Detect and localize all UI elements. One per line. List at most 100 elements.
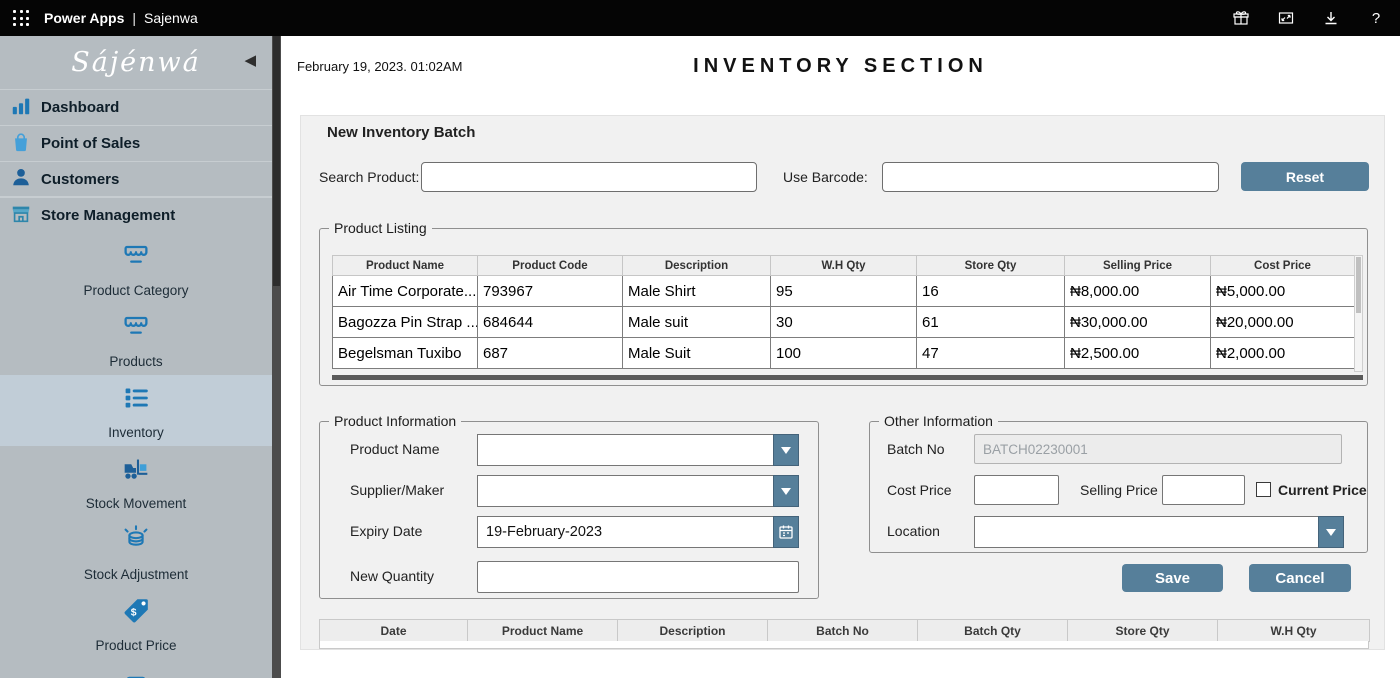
table-header-row: Product Name Product Code Description W.…: [333, 256, 1355, 276]
sidebar-item-label: Stock Movement: [86, 496, 187, 511]
cell-product-code: 687: [478, 338, 623, 369]
main-content: February 19, 2023. 01:02AM INVENTORY SEC…: [281, 36, 1400, 678]
supplier-combobox: [477, 475, 799, 507]
topbar: Power Apps | Sajenwa ?: [0, 0, 1400, 36]
column-header: Product Code: [478, 256, 623, 276]
sidebar-item-label: Product Price: [95, 638, 176, 653]
sidebar-item-label: Stock Adjustment: [84, 567, 188, 582]
collapse-sidebar-icon[interactable]: ◀: [244, 53, 256, 68]
table-row[interactable]: Bagozza Pin Strap ... 684644 Male suit 3…: [333, 307, 1355, 338]
topbar-separator: |: [132, 10, 136, 26]
sidebar: Sájénwá ◀ Dashboard Point of Sales Cus: [0, 36, 281, 678]
topbar-actions: ?: [1232, 9, 1400, 27]
product-listing-group: Product Listing Product Name Product Cod…: [319, 228, 1368, 386]
product-information-legend: Product Information: [329, 413, 461, 430]
selling-price-label: Selling Price: [1080, 475, 1158, 505]
person-icon: [10, 166, 32, 192]
cell-product-code: 684644: [478, 307, 623, 338]
table-vertical-scrollbar[interactable]: [1354, 255, 1363, 372]
column-header: Batch No: [768, 620, 918, 642]
fit-screen-icon[interactable]: [1277, 9, 1295, 27]
gift-icon[interactable]: [1232, 9, 1250, 27]
app-window: Power Apps | Sajenwa ? Sájénwá ◀: [0, 0, 1400, 678]
location-dropdown-button[interactable]: [1318, 516, 1344, 548]
cost-price-input[interactable]: [974, 475, 1059, 505]
location-combobox: [974, 516, 1344, 548]
calendar-icon: [778, 524, 794, 540]
help-icon[interactable]: ?: [1367, 9, 1385, 27]
dashboard-icon: [10, 95, 32, 121]
table-row[interactable]: Air Time Corporate... 793967 Male Shirt …: [333, 276, 1355, 307]
product-name-input[interactable]: [477, 434, 773, 466]
cell-cost-price: ₦5,000.00: [1211, 276, 1355, 307]
cell-product-name: Air Time Corporate...: [333, 276, 478, 307]
sidebar-inner: Sájénwá ◀ Dashboard Point of Sales Cus: [0, 36, 272, 678]
sidebar-item-dashboard[interactable]: Dashboard: [0, 89, 272, 125]
batch-table-empty-area: [319, 641, 1369, 649]
save-button[interactable]: Save: [1122, 564, 1223, 592]
cancel-button[interactable]: Cancel: [1249, 564, 1351, 592]
sidebar-item-customers[interactable]: Customers: [0, 161, 272, 197]
cell-description: Male Shirt: [623, 276, 771, 307]
price-tag-icon: $: [119, 594, 153, 633]
location-label: Location: [887, 516, 940, 546]
location-input[interactable]: [974, 516, 1318, 548]
sidebar-item-inventory[interactable]: Inventory: [0, 375, 272, 446]
chevron-down-icon: [1326, 529, 1336, 536]
selling-price-input[interactable]: [1162, 475, 1245, 505]
app-logo: Sájénwá: [71, 47, 201, 78]
cell-wh-qty: 100: [771, 338, 917, 369]
list-icon: [119, 381, 153, 420]
column-header: Product Name: [468, 620, 618, 642]
sidebar-item-label: Inventory: [108, 425, 164, 440]
expiry-date-input[interactable]: [477, 516, 773, 548]
supplier-dropdown-button[interactable]: [773, 475, 799, 507]
cell-wh-qty: 95: [771, 276, 917, 307]
sidebar-scrollbar[interactable]: [272, 36, 281, 678]
sidebar-item-products[interactable]: Products: [0, 304, 272, 375]
new-quantity-label: New Quantity: [350, 561, 434, 591]
chevron-down-icon: [781, 488, 791, 495]
current-price-checkbox[interactable]: [1256, 482, 1271, 497]
sidebar-item-stock-movement[interactable]: Stock Movement: [0, 446, 272, 517]
table-row[interactable]: Begelsman Tuxibo 687 Male Suit 100 47 ₦2…: [333, 338, 1355, 369]
search-product-input[interactable]: [421, 162, 757, 192]
barcode-input[interactable]: [882, 162, 1219, 192]
column-header: W.H Qty: [771, 256, 917, 276]
download-icon[interactable]: [1322, 9, 1340, 27]
product-listing-legend: Product Listing: [329, 220, 432, 237]
new-quantity-input[interactable]: [477, 561, 799, 593]
sidebar-item-partial[interactable]: [0, 659, 272, 678]
reset-button[interactable]: Reset: [1241, 162, 1369, 191]
app-launcher-icon[interactable]: [13, 10, 29, 26]
awning-icon: [119, 310, 153, 349]
shopping-bag-icon: [10, 131, 32, 157]
sidebar-item-store-management[interactable]: Store Management: [0, 197, 272, 233]
cell-cost-price: ₦20,000.00: [1211, 307, 1355, 338]
sidebar-item-stock-adjustment[interactable]: Stock Adjustment: [0, 517, 272, 588]
sidebar-item-label: Point of Sales: [41, 135, 140, 152]
scrollbar-thumb[interactable]: [1356, 257, 1361, 313]
table-horizontal-scrollbar[interactable]: [332, 375, 1363, 380]
batch-history-table: Date Product Name Description Batch No B…: [319, 619, 1370, 642]
cell-product-code: 793967: [478, 276, 623, 307]
new-inventory-batch-panel: New Inventory Batch Search Product: Use …: [300, 115, 1385, 650]
cell-description: Male suit: [623, 307, 771, 338]
sidebar-item-product-category[interactable]: Product Category: [0, 233, 272, 304]
supplier-input[interactable]: [477, 475, 773, 507]
cell-cost-price: ₦2,000.00: [1211, 338, 1355, 369]
batch-table-header-row: Date Product Name Description Batch No B…: [320, 620, 1370, 642]
sidebar-scrollbar-thumb[interactable]: [273, 36, 280, 286]
forklift-icon: [119, 452, 153, 491]
sidebar-item-label: Dashboard: [41, 99, 119, 116]
product-name-dropdown-button[interactable]: [773, 434, 799, 466]
sidebar-item-point-of-sales[interactable]: Point of Sales: [0, 125, 272, 161]
column-header: Cost Price: [1211, 256, 1355, 276]
sidebar-item-product-price[interactable]: $ Product Price: [0, 588, 272, 659]
cell-store-qty: 61: [917, 307, 1065, 338]
cell-selling-price: ₦2,500.00: [1065, 338, 1211, 369]
panel-title: New Inventory Batch: [327, 124, 475, 141]
sidebar-submenu: Product Category Products Inventory: [0, 233, 272, 678]
calendar-button[interactable]: [773, 516, 799, 548]
expiry-date-picker: [477, 516, 799, 548]
